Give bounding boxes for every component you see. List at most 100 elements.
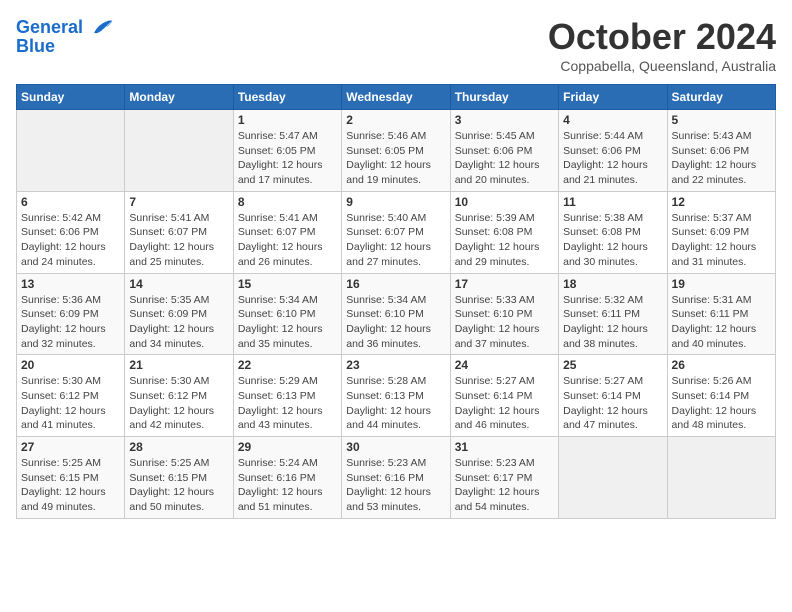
day-number: 15	[238, 277, 337, 291]
day-number: 31	[455, 440, 554, 454]
calendar-table: Sunday Monday Tuesday Wednesday Thursday…	[16, 84, 776, 519]
day-info: Sunrise: 5:24 AMSunset: 6:16 PMDaylight:…	[238, 456, 337, 515]
page-header: General Blue October 2024 Coppabella, Qu…	[16, 16, 776, 74]
day-info: Sunrise: 5:41 AMSunset: 6:07 PMDaylight:…	[238, 211, 337, 270]
calendar-week-row: 13Sunrise: 5:36 AMSunset: 6:09 PMDayligh…	[17, 273, 776, 355]
table-row: 21 Sunrise: 5:30 AMSunset: 6:12 PMDayligh…	[125, 355, 233, 437]
day-number: 26	[672, 358, 771, 372]
col-wednesday: Wednesday	[342, 85, 450, 110]
day-number: 12	[672, 195, 771, 209]
day-info: Sunrise: 5:34 AMSunset: 6:10 PMDaylight:…	[346, 293, 445, 352]
day-number: 21	[129, 358, 228, 372]
table-row: 8 Sunrise: 5:41 AMSunset: 6:07 PMDaylight…	[233, 191, 341, 273]
title-section: October 2024 Coppabella, Queensland, Aus…	[548, 16, 776, 74]
logo: General Blue	[16, 16, 114, 57]
day-info: Sunrise: 5:34 AMSunset: 6:10 PMDaylight:…	[238, 293, 337, 352]
day-info: Sunrise: 5:27 AMSunset: 6:14 PMDaylight:…	[455, 374, 554, 433]
day-number: 3	[455, 113, 554, 127]
day-info: Sunrise: 5:23 AMSunset: 6:17 PMDaylight:…	[455, 456, 554, 515]
day-number: 5	[672, 113, 771, 127]
day-number: 19	[672, 277, 771, 291]
day-info: Sunrise: 5:44 AMSunset: 6:06 PMDaylight:…	[563, 129, 662, 188]
day-info: Sunrise: 5:45 AMSunset: 6:06 PMDaylight:…	[455, 129, 554, 188]
table-row: 26 Sunrise: 5:26 AMSunset: 6:14 PMDayligh…	[667, 355, 775, 437]
table-row: 22 Sunrise: 5:29 AMSunset: 6:13 PMDayligh…	[233, 355, 341, 437]
day-number: 6	[21, 195, 120, 209]
day-info: Sunrise: 5:46 AMSunset: 6:05 PMDaylight:…	[346, 129, 445, 188]
calendar-header-row: Sunday Monday Tuesday Wednesday Thursday…	[17, 85, 776, 110]
day-info: Sunrise: 5:37 AMSunset: 6:09 PMDaylight:…	[672, 211, 771, 270]
col-friday: Friday	[559, 85, 667, 110]
table-row: 24 Sunrise: 5:27 AMSunset: 6:14 PMDayligh…	[450, 355, 558, 437]
table-row: 23Sunrise: 5:28 AMSunset: 6:13 PMDayligh…	[342, 355, 450, 437]
day-number: 4	[563, 113, 662, 127]
table-row: 11 Sunrise: 5:38 AMSunset: 6:08 PMDayligh…	[559, 191, 667, 273]
day-info: Sunrise: 5:42 AMSunset: 6:06 PMDaylight:…	[21, 211, 120, 270]
col-thursday: Thursday	[450, 85, 558, 110]
day-number: 17	[455, 277, 554, 291]
table-row: 30 Sunrise: 5:23 AMSunset: 6:16 PMDayligh…	[342, 437, 450, 519]
table-row: 19Sunrise: 5:31 AMSunset: 6:11 PMDayligh…	[667, 273, 775, 355]
day-info: Sunrise: 5:30 AMSunset: 6:12 PMDaylight:…	[129, 374, 228, 433]
table-row: 17 Sunrise: 5:33 AMSunset: 6:10 PMDayligh…	[450, 273, 558, 355]
day-number: 29	[238, 440, 337, 454]
day-info: Sunrise: 5:40 AMSunset: 6:07 PMDaylight:…	[346, 211, 445, 270]
day-info: Sunrise: 5:41 AMSunset: 6:07 PMDaylight:…	[129, 211, 228, 270]
table-row: 18Sunrise: 5:32 AMSunset: 6:11 PMDayligh…	[559, 273, 667, 355]
table-row: 13Sunrise: 5:36 AMSunset: 6:09 PMDayligh…	[17, 273, 125, 355]
day-info: Sunrise: 5:25 AMSunset: 6:15 PMDaylight:…	[129, 456, 228, 515]
table-row: 7Sunrise: 5:41 AMSunset: 6:07 PMDaylight…	[125, 191, 233, 273]
table-row: 14 Sunrise: 5:35 AMSunset: 6:09 PMDayligh…	[125, 273, 233, 355]
day-number: 27	[21, 440, 120, 454]
table-row	[667, 437, 775, 519]
day-info: Sunrise: 5:33 AMSunset: 6:10 PMDaylight:…	[455, 293, 554, 352]
table-row: 25Sunrise: 5:27 AMSunset: 6:14 PMDayligh…	[559, 355, 667, 437]
day-info: Sunrise: 5:38 AMSunset: 6:08 PMDaylight:…	[563, 211, 662, 270]
logo-bird-icon	[90, 16, 114, 40]
calendar-week-row: 20 Sunrise: 5:30 AMSunset: 6:12 PMDayligh…	[17, 355, 776, 437]
day-number: 8	[238, 195, 337, 209]
day-info: Sunrise: 5:35 AMSunset: 6:09 PMDaylight:…	[129, 293, 228, 352]
col-monday: Monday	[125, 85, 233, 110]
day-number: 11	[563, 195, 662, 209]
calendar-week-row: 27 Sunrise: 5:25 AMSunset: 6:15 PMDayligh…	[17, 437, 776, 519]
day-number: 24	[455, 358, 554, 372]
table-row: 6 Sunrise: 5:42 AMSunset: 6:06 PMDaylight…	[17, 191, 125, 273]
table-row: 1 Sunrise: 5:47 AMSunset: 6:05 PMDaylight…	[233, 110, 341, 192]
day-number: 2	[346, 113, 445, 127]
day-number: 25	[563, 358, 662, 372]
col-sunday: Sunday	[17, 85, 125, 110]
col-tuesday: Tuesday	[233, 85, 341, 110]
calendar-week-row: 1 Sunrise: 5:47 AMSunset: 6:05 PMDaylight…	[17, 110, 776, 192]
day-number: 30	[346, 440, 445, 454]
day-number: 14	[129, 277, 228, 291]
day-info: Sunrise: 5:30 AMSunset: 6:12 PMDaylight:…	[21, 374, 120, 433]
day-number: 9	[346, 195, 445, 209]
day-info: Sunrise: 5:29 AMSunset: 6:13 PMDaylight:…	[238, 374, 337, 433]
day-number: 22	[238, 358, 337, 372]
day-number: 1	[238, 113, 337, 127]
day-info: Sunrise: 5:39 AMSunset: 6:08 PMDaylight:…	[455, 211, 554, 270]
day-number: 16	[346, 277, 445, 291]
table-row: 31 Sunrise: 5:23 AMSunset: 6:17 PMDayligh…	[450, 437, 558, 519]
day-info: Sunrise: 5:26 AMSunset: 6:14 PMDaylight:…	[672, 374, 771, 433]
table-row: 5 Sunrise: 5:43 AMSunset: 6:06 PMDaylight…	[667, 110, 775, 192]
table-row: 3 Sunrise: 5:45 AMSunset: 6:06 PMDaylight…	[450, 110, 558, 192]
table-row: 20 Sunrise: 5:30 AMSunset: 6:12 PMDayligh…	[17, 355, 125, 437]
location-subtitle: Coppabella, Queensland, Australia	[548, 58, 776, 74]
calendar-week-row: 6 Sunrise: 5:42 AMSunset: 6:06 PMDaylight…	[17, 191, 776, 273]
day-number: 20	[21, 358, 120, 372]
table-row	[17, 110, 125, 192]
day-info: Sunrise: 5:47 AMSunset: 6:05 PMDaylight:…	[238, 129, 337, 188]
table-row: 12 Sunrise: 5:37 AMSunset: 6:09 PMDayligh…	[667, 191, 775, 273]
day-number: 13	[21, 277, 120, 291]
table-row: 9 Sunrise: 5:40 AMSunset: 6:07 PMDaylight…	[342, 191, 450, 273]
table-row: 2 Sunrise: 5:46 AMSunset: 6:05 PMDaylight…	[342, 110, 450, 192]
day-info: Sunrise: 5:25 AMSunset: 6:15 PMDaylight:…	[21, 456, 120, 515]
day-info: Sunrise: 5:23 AMSunset: 6:16 PMDaylight:…	[346, 456, 445, 515]
day-info: Sunrise: 5:28 AMSunset: 6:13 PMDaylight:…	[346, 374, 445, 433]
col-saturday: Saturday	[667, 85, 775, 110]
logo-general: General	[16, 17, 83, 37]
day-info: Sunrise: 5:43 AMSunset: 6:06 PMDaylight:…	[672, 129, 771, 188]
month-title: October 2024	[548, 16, 776, 58]
